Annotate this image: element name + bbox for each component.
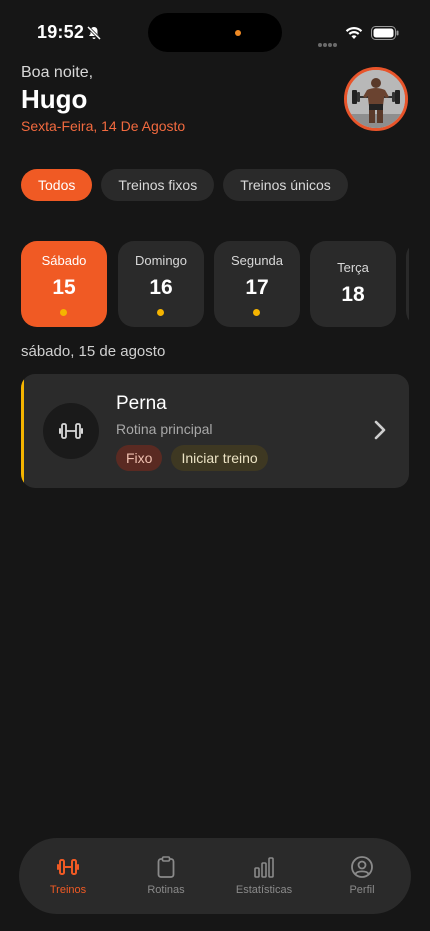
greeting-text: Boa noite, [21, 64, 94, 81]
day-card-terca[interactable]: Terça 18 [310, 241, 396, 327]
privacy-indicator-dot [235, 30, 241, 36]
nav-item-treinos[interactable]: Treinos [19, 838, 117, 914]
workout-tags: Fixo Iniciar treino [116, 445, 268, 471]
status-bar: 19:52 [0, 0, 430, 62]
nav-label: Treinos [49, 884, 87, 896]
nav-item-perfil[interactable]: Perfil [313, 838, 411, 914]
selected-date-label: sábado, 15 de agosto [21, 343, 166, 360]
battery-icon [371, 26, 399, 40]
workout-icon-circle [43, 403, 99, 459]
nav-item-estatisticas[interactable]: Estatísticas [215, 838, 313, 914]
day-card-sabado[interactable]: Sábado 15 [21, 241, 107, 327]
dynamic-island [148, 13, 282, 52]
filter-chip-treinos-unicos[interactable]: Treinos únicos [223, 169, 348, 201]
day-card-domingo[interactable]: Domingo 16 [118, 241, 204, 327]
workout-indicator-dot [253, 309, 260, 316]
chevron-right-icon[interactable] [371, 418, 389, 442]
workout-title: Perna [116, 393, 167, 414]
nav-label: Perfil [349, 884, 375, 896]
nav-item-rotinas[interactable]: Rotinas [117, 838, 215, 914]
day-selector: Sábado 15 Domingo 16 Segunda 17 Terça 18 [21, 241, 409, 327]
day-name: Domingo [134, 253, 188, 268]
tag-fixo-badge: Fixo [116, 445, 163, 471]
card-accent-bar [21, 374, 24, 488]
user-circle-icon [351, 856, 373, 878]
day-number: 18 [341, 283, 365, 306]
avatar[interactable] [344, 67, 408, 131]
clipboard-icon [157, 856, 175, 878]
wifi-icon [345, 27, 363, 39]
day-number: 15 [52, 276, 76, 299]
nav-label: Estatísticas [235, 884, 293, 896]
workout-subtitle: Rotina principal [116, 421, 213, 437]
day-name: Sábado [41, 253, 87, 268]
day-card-next-partial[interactable] [406, 241, 409, 327]
status-time: 19:52 [37, 22, 85, 42]
day-number: 16 [149, 276, 173, 299]
day-card-segunda[interactable]: Segunda 17 [214, 241, 300, 327]
workout-indicator-dot [60, 309, 67, 316]
day-number: 17 [245, 276, 269, 299]
workout-indicator-dot [157, 309, 164, 316]
day-name: Segunda [230, 253, 284, 268]
bottom-navigation: Treinos Rotinas Estatísticas Perfil [19, 838, 411, 914]
bar-chart-icon [254, 857, 274, 878]
current-date: Sexta-Feira, 14 De Agosto [21, 118, 186, 134]
start-workout-button[interactable]: Iniciar treino [171, 445, 268, 471]
day-name: Terça [337, 260, 369, 275]
filter-chip-todos[interactable]: Todos [21, 169, 93, 201]
filter-chips: Todos Treinos fixos Treinos únicos [21, 169, 348, 201]
nav-label: Rotinas [147, 884, 185, 896]
dumbbell-icon [59, 423, 83, 439]
weightlifter-avatar-image [347, 70, 405, 128]
workout-card[interactable]: Perna Rotina principal Fixo Iniciar trei… [21, 374, 409, 488]
filter-chip-treinos-fixos[interactable]: Treinos fixos [101, 169, 215, 201]
cellular-signal-icon [318, 34, 338, 52]
bell-muted-icon [86, 25, 102, 41]
user-name: Hugo [21, 84, 88, 114]
dumbbell-icon [57, 859, 79, 875]
